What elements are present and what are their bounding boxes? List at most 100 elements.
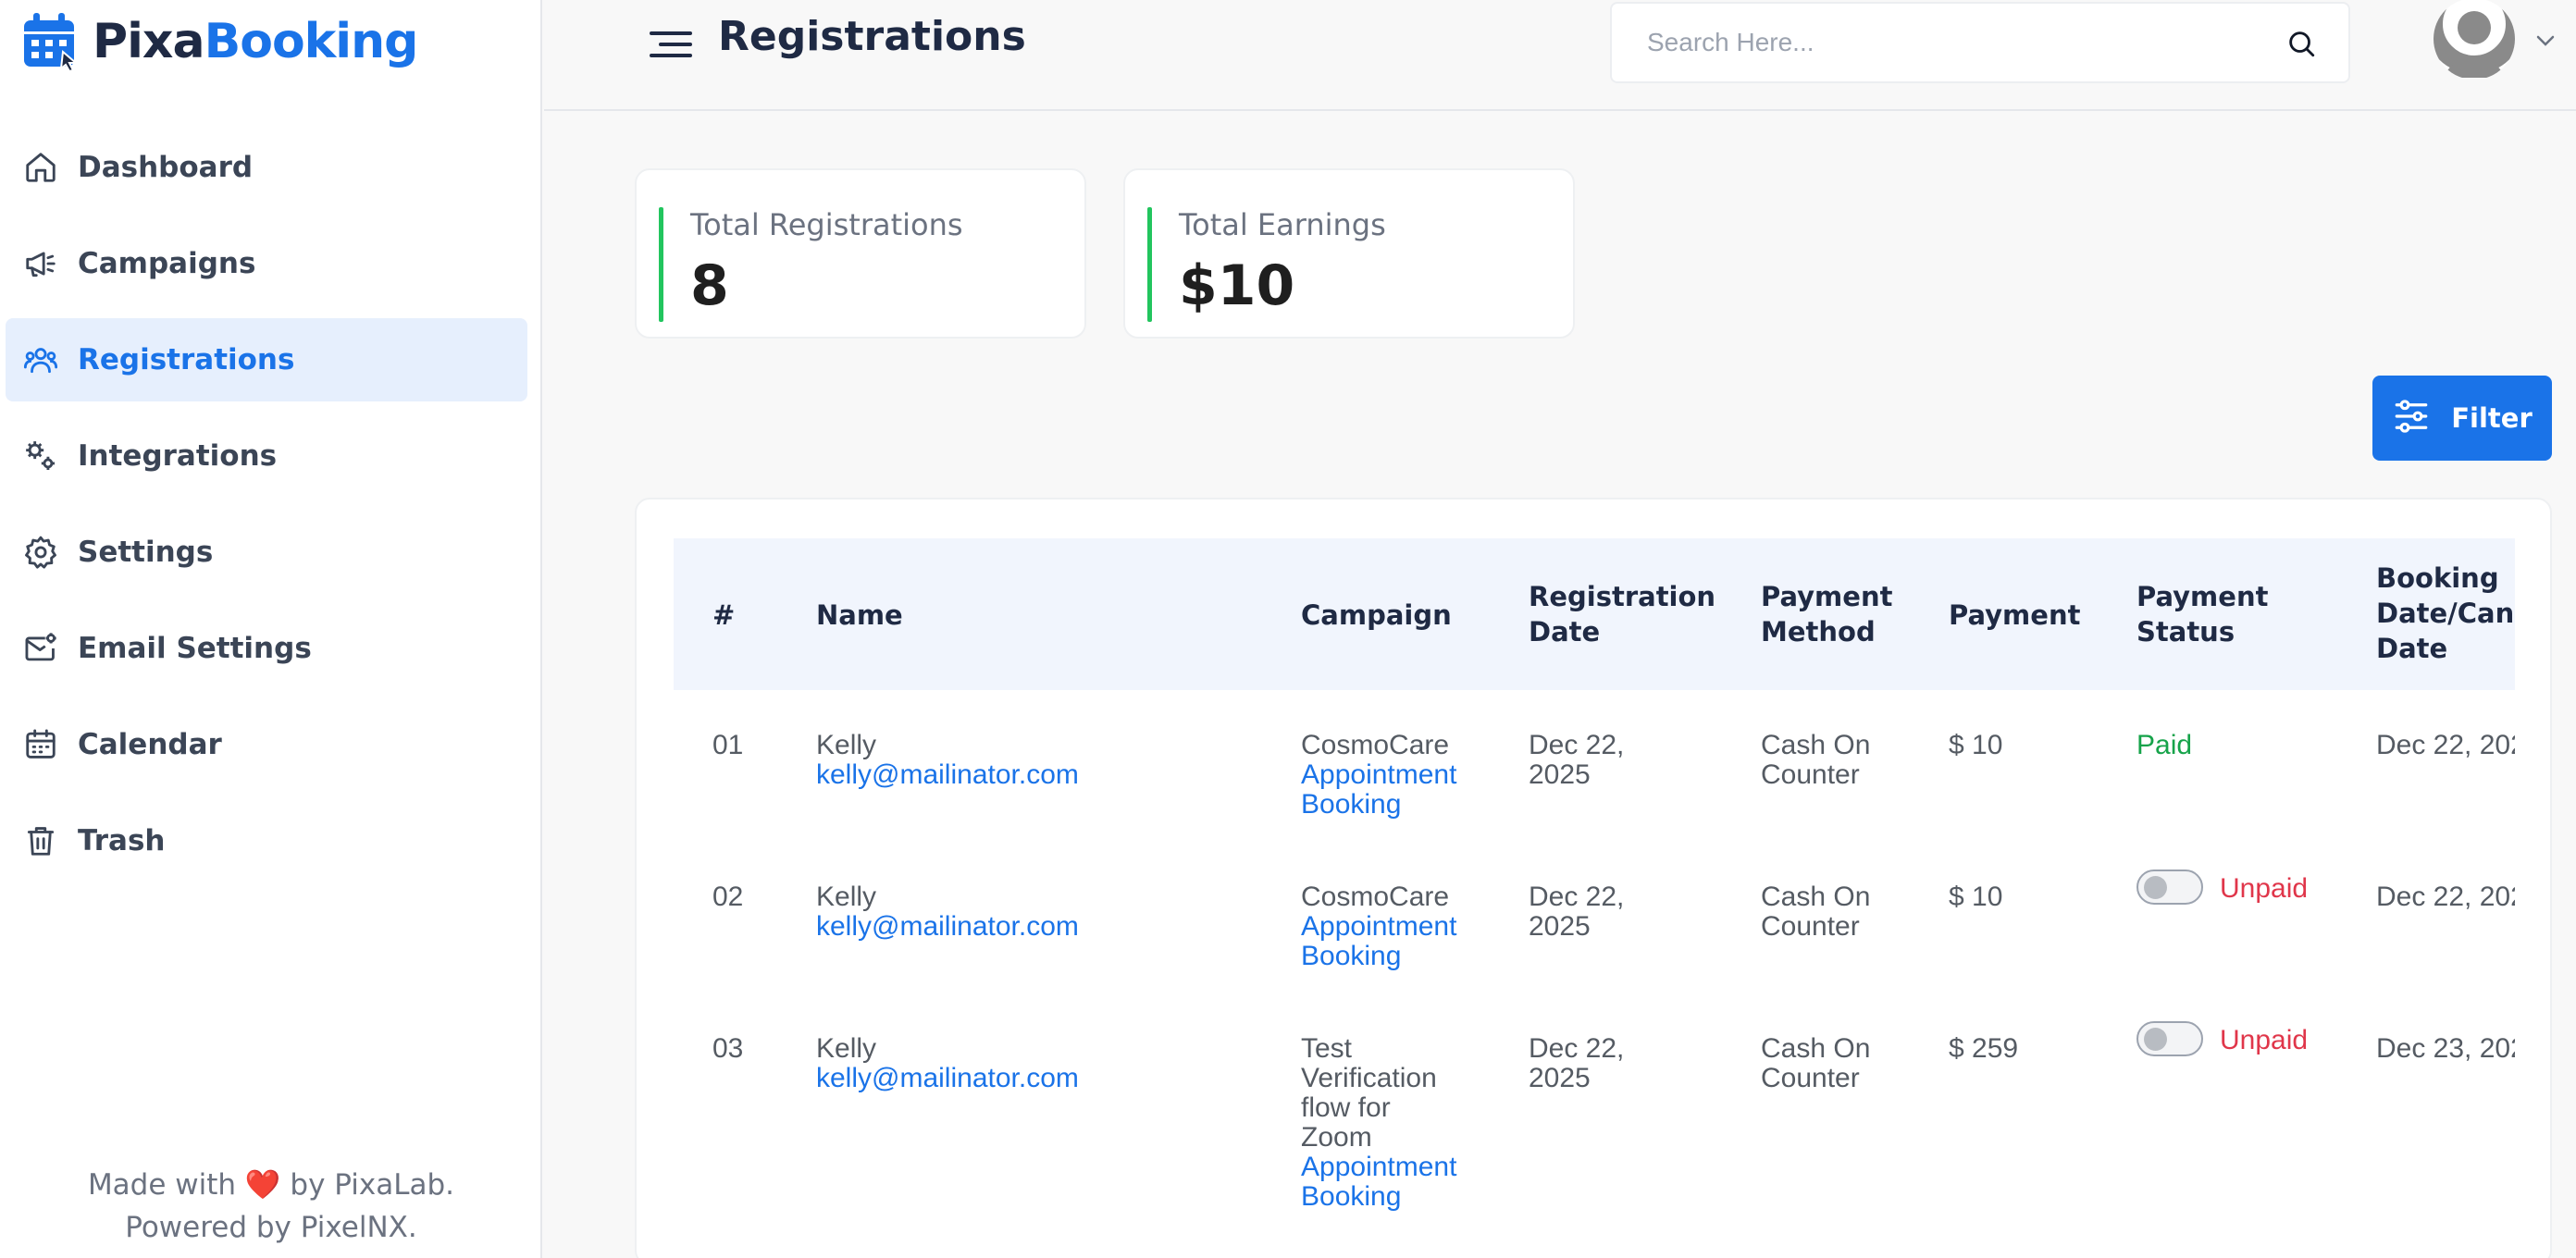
registrant-name: Kelly (816, 882, 877, 912)
row-number: 02 (712, 882, 744, 912)
trash-icon (22, 822, 59, 859)
column-header-payment-method: Payment Method (1761, 581, 1893, 648)
registration-date: Dec 22, 2025 (1529, 730, 1625, 790)
search-icon[interactable] (2285, 28, 2317, 59)
calendar-icon (22, 726, 59, 763)
chevron-down-icon[interactable] (2535, 33, 2556, 48)
table-row: 02 Kelly kelly@mailinator.com CosmoCare App… (637, 870, 2515, 1030)
registrant-name: Kelly (816, 1033, 877, 1064)
gear-icon (22, 534, 59, 571)
table-scroll-area: # Name Campaign Registration Date Paymen… (637, 500, 2515, 1258)
column-header-name: Name (816, 599, 903, 631)
payment-method: Cash On Counter (1761, 1033, 1871, 1093)
stat-accent-bar (1147, 207, 1152, 322)
payment-status: Unpaid (2220, 873, 2309, 904)
registrant-name: Kelly (816, 730, 877, 760)
column-header-booking-date: Booking Date/Cancel Date (2376, 562, 2515, 664)
table-header: # Name Campaign Registration Date Paymen… (674, 538, 2515, 690)
top-header: Registrations (544, 0, 2576, 111)
campaign-name: CosmoCare (1301, 882, 1450, 912)
integrations-icon (22, 438, 59, 475)
booking-date: Dec 23, 2025 (2376, 1033, 2515, 1064)
stat-accent-bar (659, 207, 663, 322)
sidebar-item-label: Dashboard (78, 151, 254, 184)
payment-method: Cash On Counter (1761, 882, 1871, 942)
payment-amount: $ 10 (1949, 730, 2003, 760)
campaign-name: Test Verification flow for Zoom (1301, 1033, 1437, 1153)
payment-amount: $ 259 (1949, 1033, 2019, 1064)
calendar-logo-icon (22, 11, 80, 73)
sidebar-item-settings[interactable]: Settings (6, 511, 527, 594)
home-icon (22, 149, 59, 186)
payment-method: Cash On Counter (1761, 730, 1871, 790)
registrant-email-link[interactable]: kelly@mailinator.com (816, 1064, 1079, 1093)
sidebar-item-email-settings[interactable]: Email Settings (6, 607, 527, 690)
search-box (1610, 2, 2350, 83)
sidebar-footer: Made with ❤️ by PixaLab. Powered by Pixe… (0, 1164, 542, 1249)
stat-value: $10 (1179, 253, 1295, 318)
logo[interactable]: PixaBooking (22, 9, 418, 74)
campaign-type-link[interactable]: Appointment Booking (1301, 1152, 1456, 1212)
filter-button[interactable]: Filter (2372, 376, 2552, 461)
heart-icon: ❤️ (244, 1168, 281, 1202)
campaign-cell: CosmoCare Appointment Booking (1301, 731, 1456, 820)
column-header-registration-date: Registration Date (1529, 581, 1716, 648)
sidebar-item-label: Settings (78, 536, 214, 569)
table-row: 03 Kelly kelly@mailinator.com Test Verifica… (637, 1021, 2515, 1258)
hamburger-menu-icon[interactable] (646, 24, 692, 61)
registration-date: Dec 22, 2025 (1529, 882, 1625, 942)
avatar[interactable] (2432, 0, 2517, 80)
payment-status: Paid (2136, 730, 2193, 760)
logo-text: PixaBooking (93, 14, 418, 69)
campaign-type-link[interactable]: Appointment Booking (1301, 911, 1456, 971)
sliders-icon (2392, 397, 2431, 440)
sidebar: PixaBooking Dashboard Campaigns Registra… (0, 0, 542, 1258)
stat-label: Total Earnings (1179, 207, 1386, 242)
payment-status-toggle[interactable] (2136, 1021, 2203, 1056)
registrations-table: # Name Campaign Registration Date Paymen… (635, 498, 2552, 1258)
row-number: 01 (712, 730, 744, 760)
booking-date: Dec 22, 2025 (2376, 882, 2515, 912)
sidebar-item-dashboard[interactable]: Dashboard (6, 126, 527, 209)
sidebar-item-integrations[interactable]: Integrations (6, 414, 527, 498)
payment-amount: $ 10 (1949, 882, 2003, 912)
sidebar-item-label: Registrations (78, 343, 295, 376)
column-header-payment: Payment (1949, 599, 2081, 631)
footer-powered-by: Powered by PixelNX. (125, 1211, 417, 1244)
booking-date: Dec 22, 2025 (2376, 730, 2515, 760)
sidebar-item-trash[interactable]: Trash (6, 799, 527, 882)
sidebar-nav: Dashboard Campaigns Registrations Integr… (6, 126, 527, 895)
search-input[interactable] (1612, 4, 2223, 81)
stat-value: 8 (690, 253, 729, 318)
sidebar-item-label: Campaigns (78, 247, 256, 280)
registrant-email-link[interactable]: kelly@mailinator.com (816, 912, 1079, 942)
footer-made-with: Made with ❤️ by PixaLab. (87, 1168, 455, 1202)
payment-status-toggle[interactable] (2136, 870, 2203, 905)
filter-label: Filter (2451, 402, 2533, 434)
row-number: 03 (712, 1033, 744, 1064)
stat-card-total-registrations: Total Registrations 8 (635, 168, 1086, 339)
sidebar-item-label: Calendar (78, 728, 222, 761)
mail-settings-icon (22, 630, 59, 667)
page-title: Registrations (718, 13, 1026, 60)
registrant-email-link[interactable]: kelly@mailinator.com (816, 760, 1079, 790)
sidebar-item-label: Integrations (78, 439, 278, 473)
campaign-type-link[interactable]: Appointment Booking (1301, 759, 1456, 820)
sidebar-item-registrations[interactable]: Registrations (6, 318, 527, 401)
campaign-cell: CosmoCare Appointment Booking (1301, 882, 1456, 971)
column-header-campaign: Campaign (1301, 599, 1452, 631)
campaign-cell: Test Verification flow for Zoom Appointm… (1301, 1034, 1456, 1212)
sidebar-item-label: Email Settings (78, 632, 312, 665)
campaign-name: CosmoCare (1301, 730, 1450, 760)
column-header-payment-status: Payment Status (2136, 581, 2269, 648)
users-icon (22, 341, 59, 378)
sidebar-item-calendar[interactable]: Calendar (6, 703, 527, 786)
sidebar-item-label: Trash (78, 824, 166, 857)
table-row: 01 Kelly kelly@mailinator.com CosmoCare App… (637, 731, 2515, 879)
registration-date: Dec 22, 2025 (1529, 1033, 1625, 1093)
sidebar-item-campaigns[interactable]: Campaigns (6, 222, 527, 305)
payment-status: Unpaid (2220, 1025, 2309, 1055)
stat-label: Total Registrations (690, 207, 963, 242)
megaphone-icon (22, 245, 59, 282)
stat-card-total-earnings: Total Earnings $10 (1123, 168, 1575, 339)
